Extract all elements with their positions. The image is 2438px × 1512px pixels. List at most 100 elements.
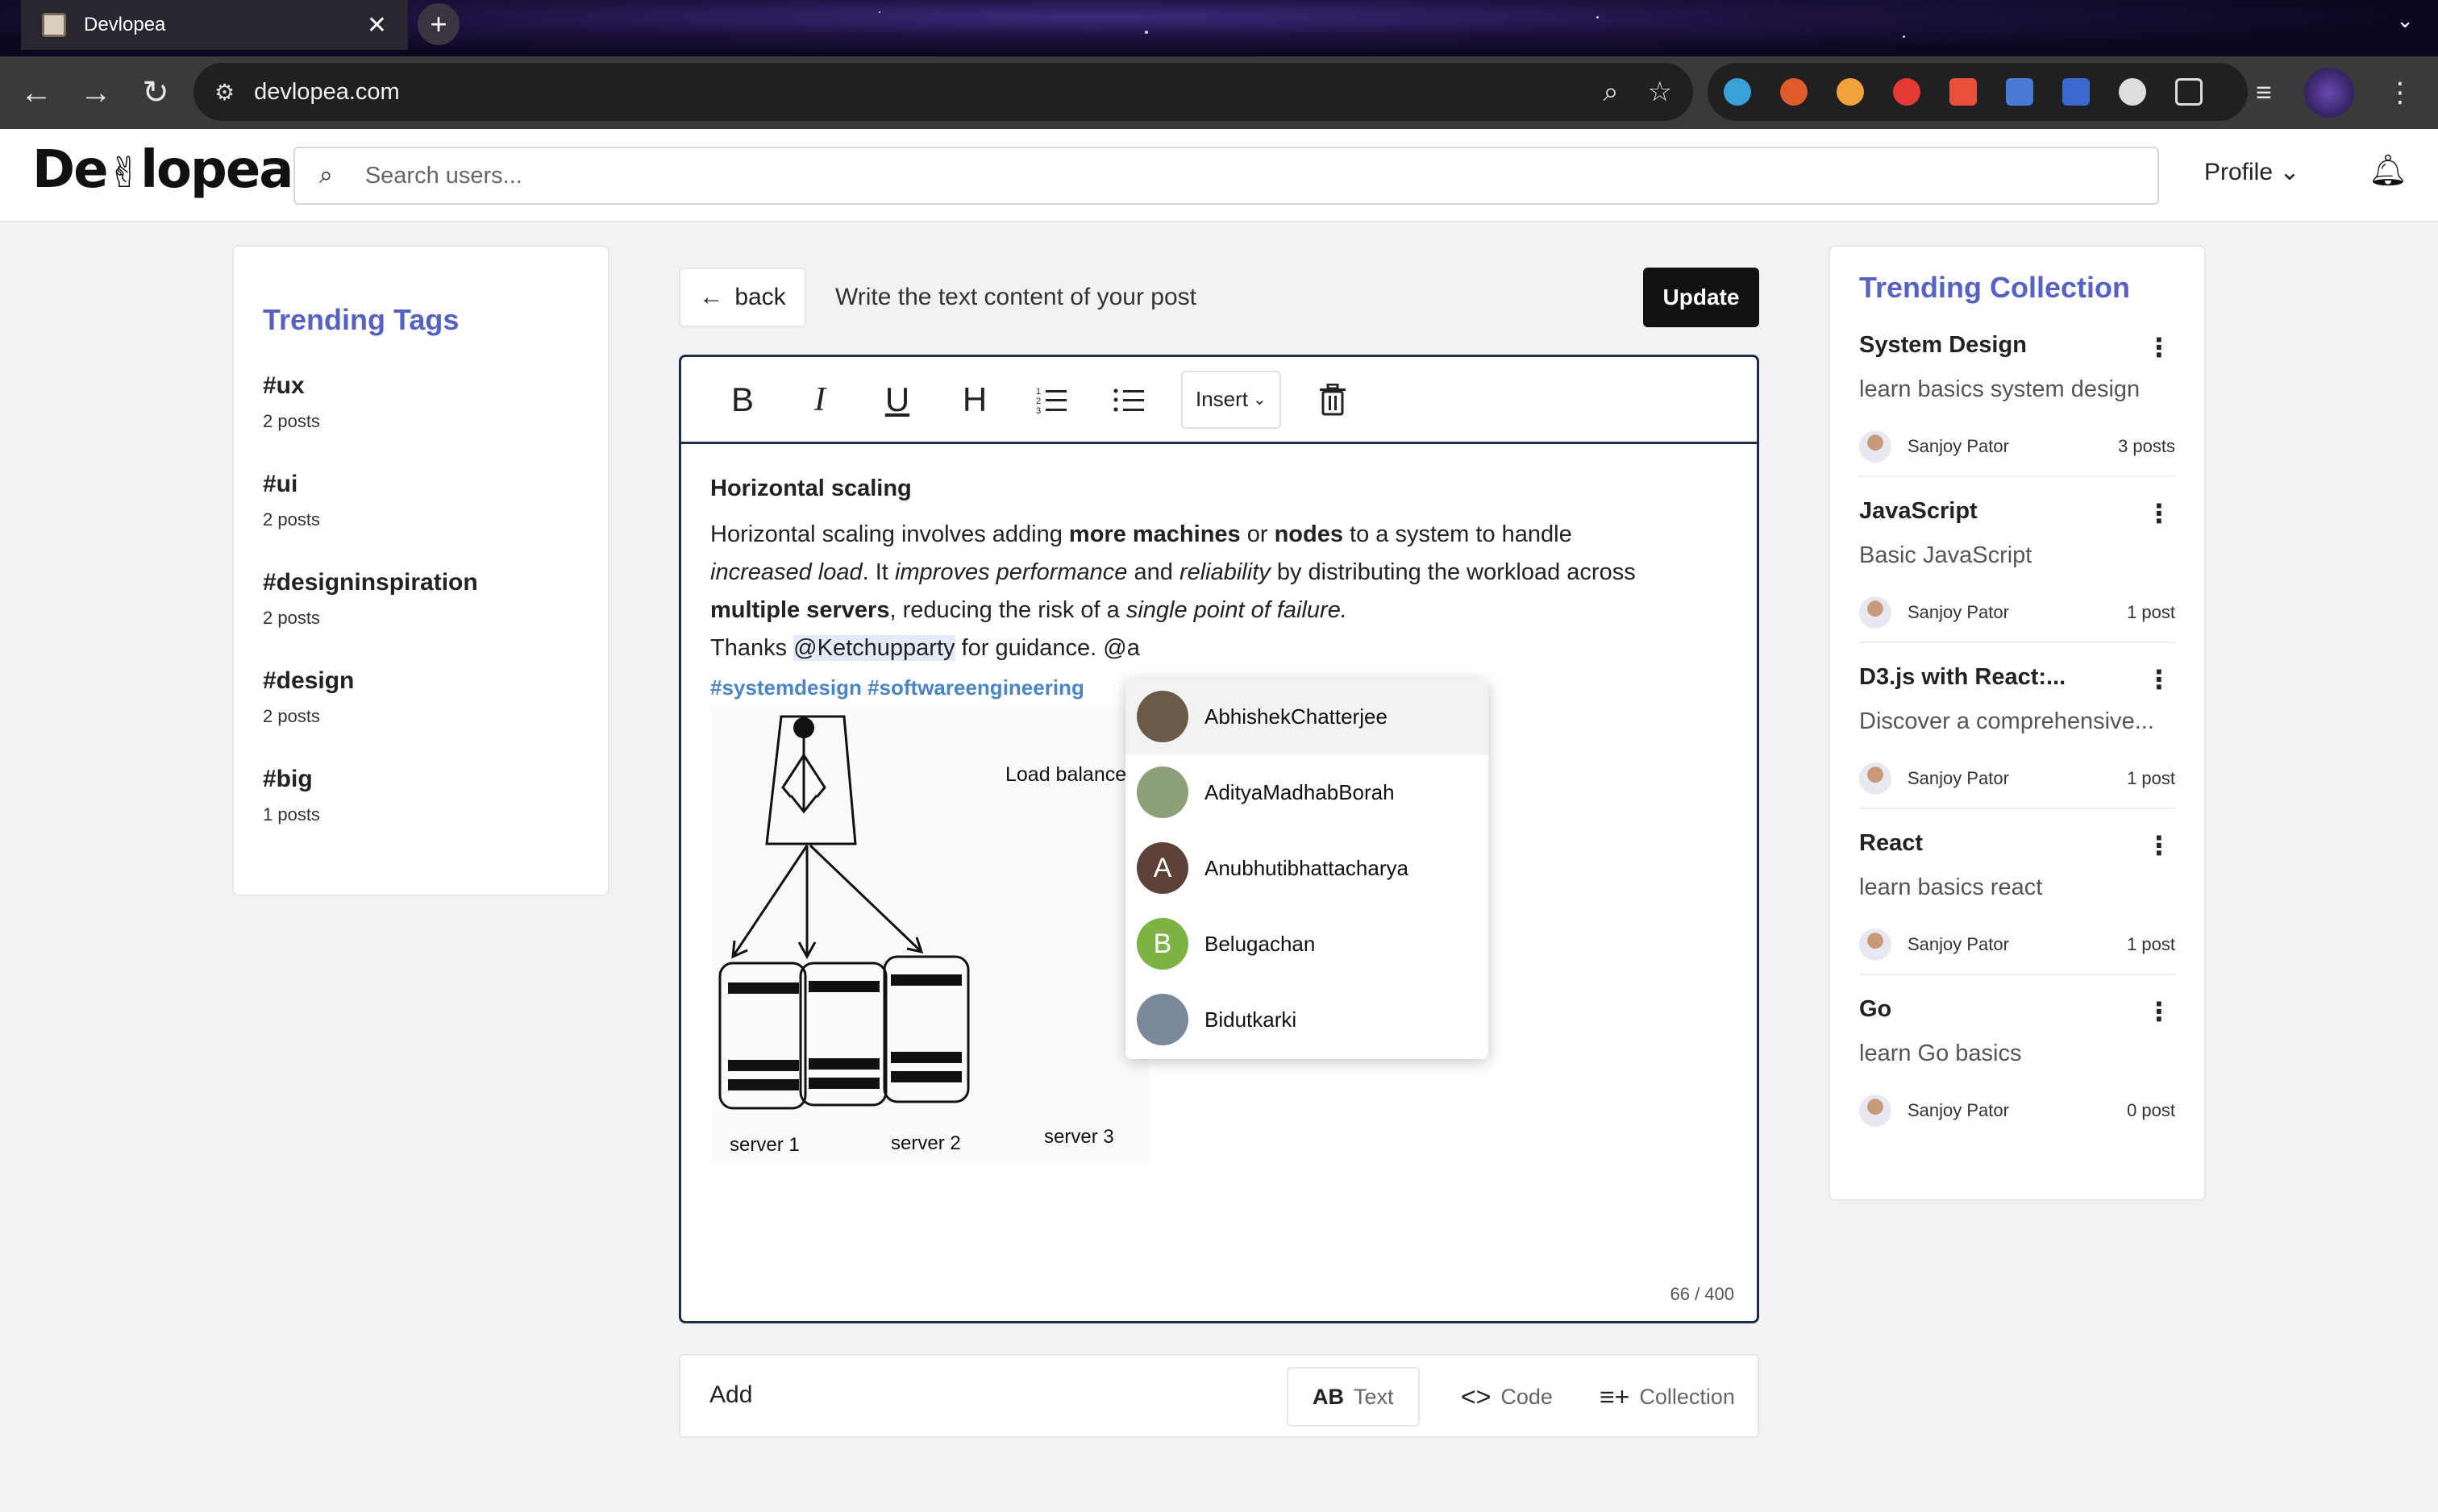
tab-search-chevron-icon[interactable]: ⌄ [2396, 8, 2414, 33]
search-input[interactable] [364, 162, 2133, 189]
bookmark-star-icon[interactable]: ☆ [1648, 76, 1672, 108]
load-balancer-diagram-image[interactable]: Load balancer server 1 server 2 server 3 [710, 707, 1149, 1163]
more-options-icon[interactable]: ⋮ [2146, 498, 2172, 529]
tag-item[interactable]: #designinspiration 2 posts [263, 569, 579, 629]
logo-text-end: lopea [140, 140, 293, 200]
extensions-area [1708, 63, 2248, 121]
collection-title[interactable]: System Design [1859, 332, 2175, 359]
extension-icon[interactable] [1780, 78, 1808, 106]
collection-item[interactable]: System Design ⋮ learn basics system desi… [1859, 332, 2175, 477]
mention-option[interactable]: A Anubhutibhattacharya [1125, 830, 1488, 906]
more-menu-icon[interactable]: ⋮ [2386, 77, 2414, 109]
italic-text: increased load [710, 559, 863, 585]
address-bar[interactable]: ⚙ devlopea.com ⌕ ☆ [193, 63, 1693, 121]
extension-icon[interactable] [1893, 78, 1920, 106]
back-button[interactable]: ← back [679, 268, 806, 327]
collection-item[interactable]: Go ⋮ learn Go basics Sanjoy Pator 0 post [1859, 996, 2175, 1140]
tag-name[interactable]: #big [263, 766, 579, 793]
avatar: B [1137, 918, 1188, 970]
extension-icon[interactable] [1837, 78, 1864, 106]
more-options-icon[interactable]: ⋮ [2146, 830, 2172, 861]
mention-option[interactable]: AdityaMadhabBorah [1125, 754, 1488, 830]
site-settings-icon[interactable]: ⚙ [214, 79, 235, 106]
tag-item[interactable]: #ui 2 posts [263, 471, 579, 530]
zoom-icon[interactable]: ⌕ [1603, 77, 1618, 108]
tag-count: 2 posts [263, 509, 320, 530]
bell-icon[interactable]: 🔔︎ [2369, 153, 2407, 189]
collection-title[interactable]: JavaScript [1859, 498, 2175, 525]
heading-button[interactable]: H [936, 371, 1013, 429]
text-run: and [1127, 559, 1179, 585]
avatar [1859, 1095, 1891, 1127]
reading-list-icon[interactable]: ≡ [2256, 77, 2272, 109]
back-label: back [734, 284, 786, 310]
text-run: . It [862, 559, 895, 585]
server-label: server 1 [730, 1134, 800, 1156]
user-mention[interactable]: @Ketchupparty [793, 635, 955, 661]
close-tab-icon[interactable]: ✕ [367, 11, 387, 39]
browser-profile-avatar[interactable] [2304, 68, 2354, 118]
tag-name[interactable]: #ux [263, 372, 579, 400]
search-box[interactable]: ⌕ [293, 147, 2159, 205]
url-text[interactable]: devlopea.com [254, 79, 1574, 106]
italic-button[interactable]: I [781, 371, 859, 429]
collection-title[interactable]: Go [1859, 996, 2175, 1023]
insert-dropdown[interactable]: Insert ⌄ [1181, 370, 1281, 429]
extension-icon[interactable] [2119, 78, 2146, 106]
add-code-button[interactable]: <> Code [1437, 1367, 1577, 1427]
collection-item[interactable]: D3.js with React:... ⋮ Discover a compre… [1859, 664, 2175, 809]
extension-icon[interactable] [1949, 78, 1977, 106]
more-options-icon[interactable]: ⋮ [2146, 664, 2172, 695]
bullet-list-icon[interactable] [1091, 371, 1168, 429]
back-arrow-icon[interactable]: ← [6, 75, 66, 111]
forward-arrow-icon[interactable]: → [66, 75, 126, 111]
extension-icon[interactable] [2006, 78, 2033, 106]
post-content[interactable]: Horizontal scaling Horizontal scaling in… [710, 470, 1726, 707]
puzzle-icon[interactable] [2175, 78, 2203, 106]
collection-title[interactable]: React [1859, 830, 2175, 857]
background-star [879, 11, 880, 13]
tag-name[interactable]: #ui [263, 471, 579, 498]
new-tab-button[interactable]: + [418, 3, 460, 45]
trending-tags-title: Trending Tags [263, 303, 460, 336]
post-heading: Horizontal scaling [710, 476, 912, 501]
browser-tab[interactable]: Devlopea ✕ [21, 0, 408, 50]
avatar [1137, 994, 1188, 1045]
react-devtools-extension-icon[interactable] [1724, 78, 1751, 106]
tag-item[interactable]: #ux 2 posts [263, 372, 579, 432]
collection-title[interactable]: D3.js with React:... [1859, 664, 2175, 691]
logo[interactable]: De✌lopea [32, 140, 293, 200]
tag-item[interactable]: #design 2 posts [263, 667, 579, 727]
more-options-icon[interactable]: ⋮ [2146, 996, 2172, 1027]
svg-text:1: 1 [1036, 387, 1041, 397]
tag-name[interactable]: #design [263, 667, 579, 695]
profile-menu[interactable]: Profile ⌄ [2204, 158, 2300, 186]
bold-button[interactable]: B [704, 371, 781, 429]
tag-count: 2 posts [263, 706, 320, 726]
collection-description: learn basics system design [1859, 376, 2141, 402]
more-options-icon[interactable]: ⋮ [2146, 332, 2172, 363]
extension-icon[interactable] [2062, 78, 2090, 106]
browser-right-controls: ≡ ⋮ [2256, 68, 2414, 118]
collection-item[interactable]: JavaScript ⋮ Basic JavaScript Sanjoy Pat… [1859, 498, 2175, 643]
ordered-list-icon[interactable]: 123 [1013, 371, 1091, 429]
avatar [1859, 596, 1891, 629]
reload-icon[interactable]: ↻ [126, 74, 185, 111]
tag-name[interactable]: #designinspiration [263, 569, 579, 596]
add-text-button[interactable]: AB Text [1287, 1367, 1420, 1427]
tag-item[interactable]: #big 1 posts [263, 766, 579, 825]
avatar [1859, 928, 1891, 961]
collection-meta: Sanjoy Pator 1 post [1859, 762, 2175, 795]
server-label: server 2 [891, 1132, 961, 1154]
mention-option[interactable]: B Belugachan [1125, 906, 1488, 982]
tag-count: 1 posts [263, 804, 320, 825]
collection-item[interactable]: React ⋮ learn basics react Sanjoy Pator … [1859, 830, 2175, 975]
add-collection-button[interactable]: ≡+ Collection [1575, 1367, 1759, 1427]
underline-button[interactable]: U [859, 371, 936, 429]
trash-icon[interactable] [1294, 371, 1371, 429]
update-button[interactable]: Update [1643, 268, 1759, 327]
mention-option[interactable]: AbhishekChatterjee [1125, 679, 1488, 754]
italic-text: single point of failure. [1125, 597, 1347, 623]
mention-option[interactable]: Bidutkarki [1125, 982, 1488, 1057]
background-star [1596, 16, 1599, 19]
